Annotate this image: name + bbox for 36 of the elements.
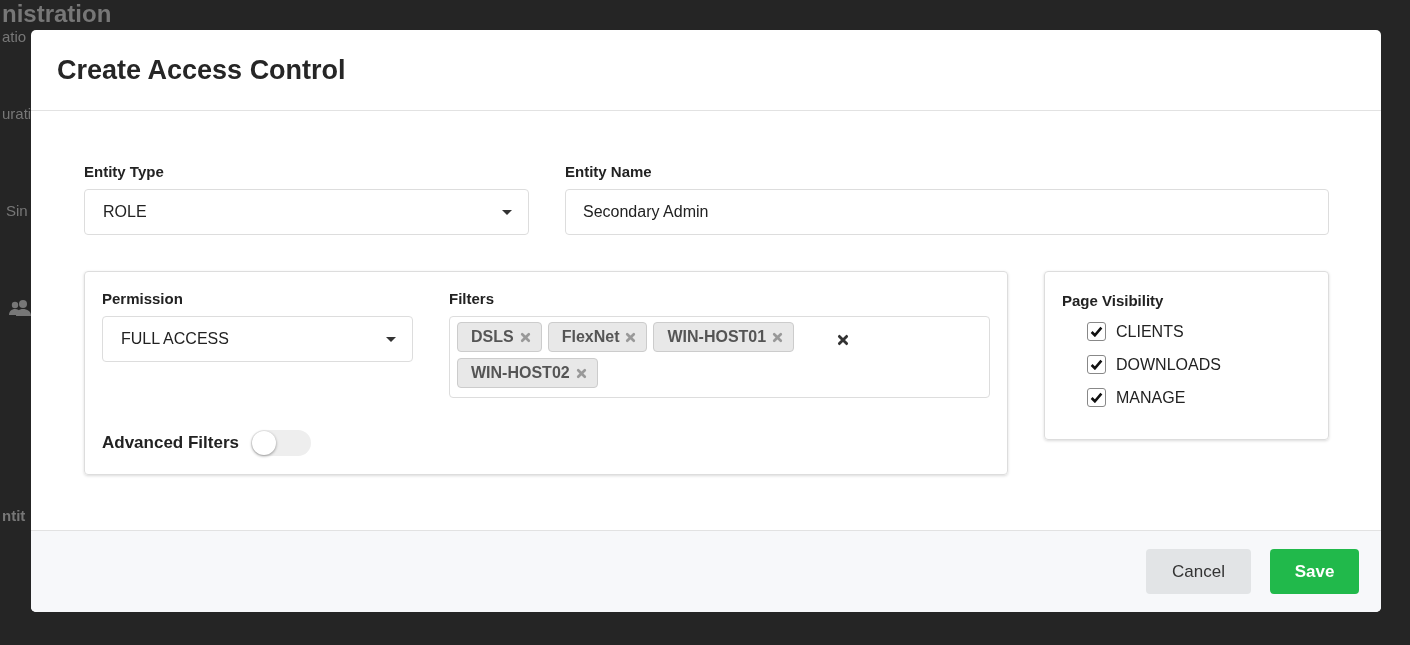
checkbox-label: CLIENTS <box>1116 322 1184 341</box>
checkbox[interactable] <box>1087 355 1106 374</box>
field-label: Filters <box>449 290 495 307</box>
section-label: ntit <box>2 507 26 524</box>
checkbox-label: DOWNLOADS <box>1116 355 1221 374</box>
clear-icon[interactable] <box>837 334 849 346</box>
checkbox-label: MANAGE <box>1116 388 1186 407</box>
entity-type-select[interactable]: ROLE <box>84 189 529 235</box>
caret-icon <box>386 336 396 342</box>
remove-icon[interactable] <box>772 331 784 343</box>
permission-select[interactable]: FULL ACCESS <box>102 316 413 362</box>
tag-text: WIN-HOST02 <box>471 364 570 382</box>
card-title: Page Visibility <box>1062 292 1165 309</box>
page-title: nistration <box>2 0 112 28</box>
toggle-label: Advanced Filters <box>102 433 239 453</box>
caret-icon <box>502 209 512 215</box>
page-subtitle: atio <box>2 28 27 45</box>
entity-name-input[interactable]: Secondary Admin <box>565 189 1329 235</box>
cancel-button[interactable]: Cancel <box>1146 549 1251 594</box>
remove-icon[interactable] <box>519 331 531 343</box>
tag-text: FlexNet <box>561 328 620 346</box>
advanced-filters-toggle[interactable] <box>251 430 311 456</box>
remove-icon[interactable] <box>625 331 637 343</box>
tag-text: WIN-HOST01 <box>667 328 767 346</box>
field-label: Entity Name <box>565 163 653 180</box>
section-label: urati <box>2 105 32 122</box>
users-icon <box>8 299 32 317</box>
remove-icon[interactable] <box>575 367 587 379</box>
dialog-title: Create Access Control <box>57 54 346 86</box>
filters-field[interactable]: DSLS FlexNet WIN-HOST01 WIN-HOST02 <box>449 316 990 398</box>
tag-text: DSLS <box>471 328 514 346</box>
field-label: Entity Type <box>84 163 165 180</box>
checkbox[interactable] <box>1087 388 1106 407</box>
row-text: Sin <box>6 202 28 219</box>
checkbox[interactable] <box>1087 322 1106 341</box>
field-label: Permission <box>102 290 184 307</box>
